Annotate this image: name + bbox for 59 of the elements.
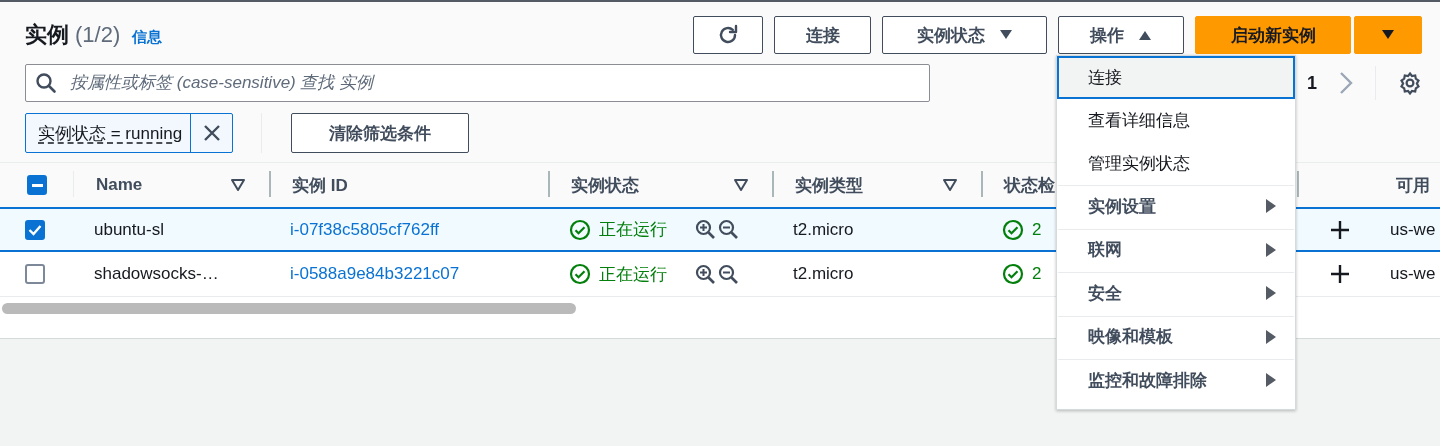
check-circle-icon [569, 263, 591, 285]
sort-icon[interactable] [942, 178, 958, 192]
caret-icon [1381, 30, 1395, 40]
close-icon [202, 124, 221, 142]
status-text: 2 [1032, 264, 1042, 284]
instance-id-link[interactable]: i-0588a9e84b3221c07 [290, 264, 460, 284]
zoom-out-icon[interactable] [718, 263, 739, 285]
table-cell: us-we [1390, 264, 1436, 284]
filter-label: 实例状态 = running [26, 114, 192, 152]
refresh-button[interactable] [693, 16, 763, 54]
instance-count: (1/2) [75, 22, 121, 48]
table-cell: t2.micro [793, 219, 854, 240]
table-cell: ubuntu-sl [94, 219, 164, 240]
dropdown-button[interactable]: 实例状态 [882, 16, 1047, 54]
scrollbar-thumb[interactable] [2, 302, 576, 314]
select-all-checkbox[interactable] [27, 175, 47, 195]
zoom-in-icon[interactable] [695, 219, 716, 240]
launch-button[interactable]: 启动新实例 [1195, 16, 1351, 54]
check-circle-icon [1002, 218, 1024, 241]
submenu-arrow-icon [1265, 372, 1277, 389]
table-cell: us-we [1390, 219, 1436, 240]
sort-icon[interactable] [733, 178, 749, 192]
menu-item[interactable]: 查看详细信息 [1057, 99, 1295, 142]
submenu-arrow-icon [1265, 198, 1277, 215]
table-cell: shadowsocks-… [94, 264, 219, 284]
dropdown-button[interactable]: 操作 [1058, 16, 1184, 54]
menu-item[interactable]: 联网 [1057, 228, 1295, 272]
connect-button[interactable]: 连接 [774, 16, 871, 54]
menu-item[interactable]: 安全 [1057, 272, 1295, 316]
search-field[interactable]: 按属性或标签 (case-sensitive) 查找 实例 [25, 64, 930, 102]
table-cell: t2.micro [793, 264, 854, 284]
instance-id-link[interactable]: i-07f38c5805cf762ff [290, 219, 440, 240]
plus-icon[interactable] [1330, 264, 1350, 284]
status-text: 正在运行 [599, 219, 667, 241]
plus-icon[interactable] [1330, 219, 1350, 240]
clear-filters-button[interactable]: 清除筛选条件 [291, 113, 470, 153]
zoom-out-icon[interactable] [718, 219, 739, 240]
submenu-arrow-icon [1265, 328, 1277, 345]
sort-icon[interactable] [230, 178, 246, 192]
row-checkbox[interactable] [25, 219, 45, 240]
menu-item[interactable]: 管理实例状态 [1057, 142, 1295, 185]
menu-item[interactable]: 监控和故障排除 [1057, 359, 1295, 403]
status-text: 2 [1032, 219, 1042, 240]
menu-item[interactable]: 实例设置 [1057, 185, 1295, 229]
zoom-in-icon[interactable] [695, 263, 716, 285]
submenu-arrow-icon [1265, 285, 1277, 302]
info-link[interactable]: 信息 [132, 27, 163, 47]
page-title: 实例 [25, 21, 69, 49]
refresh-icon [717, 24, 739, 46]
submenu-arrow-icon [1265, 241, 1277, 258]
launch-dropdown-button[interactable] [1354, 16, 1422, 54]
row-checkbox[interactable] [25, 264, 45, 284]
status-text: 正在运行 [599, 263, 667, 286]
check-circle-icon [1002, 263, 1024, 285]
menu-item[interactable]: 映像和模板 [1057, 315, 1295, 359]
page-number[interactable]: 1 [1307, 72, 1317, 94]
settings-icon[interactable] [1398, 71, 1422, 95]
check-circle-icon [569, 218, 591, 241]
menu-item[interactable]: 连接 [1057, 56, 1295, 99]
